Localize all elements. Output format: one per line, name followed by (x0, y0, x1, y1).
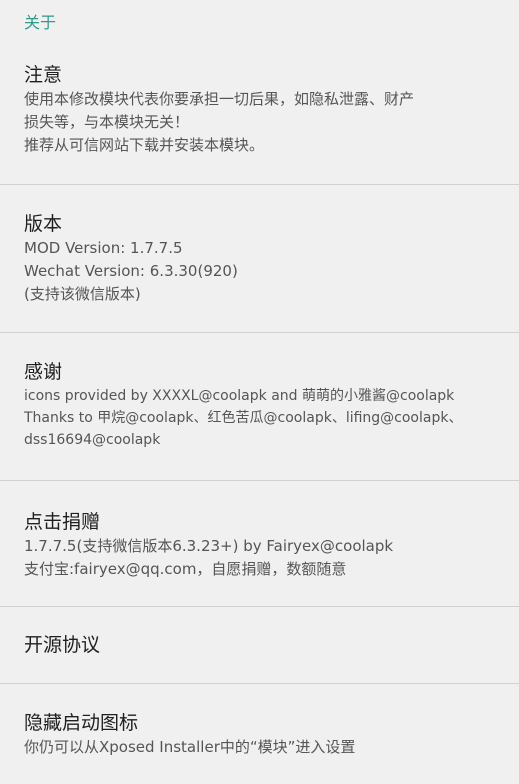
category-header-about: 关于 (0, 0, 519, 42)
pref-summary: MOD Version: 1.7.7.5 Wechat Version: 6.3… (24, 239, 238, 303)
pref-title: 版本 (24, 213, 63, 235)
pref-item-donate[interactable]: 点击捐赠 1.7.7.5(支持微信版本6.3.23+) by Fairyex@c… (0, 481, 519, 607)
pref-title: 点击捐赠 (24, 511, 101, 533)
category-label: 关于 (24, 13, 57, 32)
pref-summary: 1.7.7.5(支持微信版本6.3.23+) by Fairyex@coolap… (24, 537, 394, 578)
pref-item-license[interactable]: 开源协议 (0, 607, 519, 684)
pref-title: 隐藏启动图标 (24, 712, 139, 734)
pref-title: 注意 (24, 64, 63, 86)
pref-item-notice[interactable]: 注意 使用本修改模块代表你要承担一切后果，如隐私泄露、财产 损失等，与本模块无关… (0, 42, 519, 185)
pref-summary: icons provided by XXXXL@coolapk and 萌萌的小… (24, 388, 463, 448)
pref-summary: 使用本修改模块代表你要承担一切后果，如隐私泄露、财产 损失等，与本模块无关！ 推… (24, 90, 415, 154)
pref-item-version[interactable]: 版本 MOD Version: 1.7.7.5 Wechat Version: … (0, 185, 519, 333)
settings-screen: 关于 注意 使用本修改模块代表你要承担一切后果，如隐私泄露、财产 损失等，与本模… (0, 0, 519, 784)
pref-title: 感谢 (24, 361, 63, 383)
pref-summary: 你仍可以从Xposed Installer中的“模块”进入设置 (24, 738, 356, 756)
pref-title: 开源协议 (24, 634, 101, 656)
pref-item-thanks[interactable]: 感谢 icons provided by XXXXL@coolapk and 萌… (0, 333, 519, 481)
pref-item-hide-launcher-icon[interactable]: 隐藏启动图标 你仍可以从Xposed Installer中的“模块”进入设置 (0, 684, 519, 759)
